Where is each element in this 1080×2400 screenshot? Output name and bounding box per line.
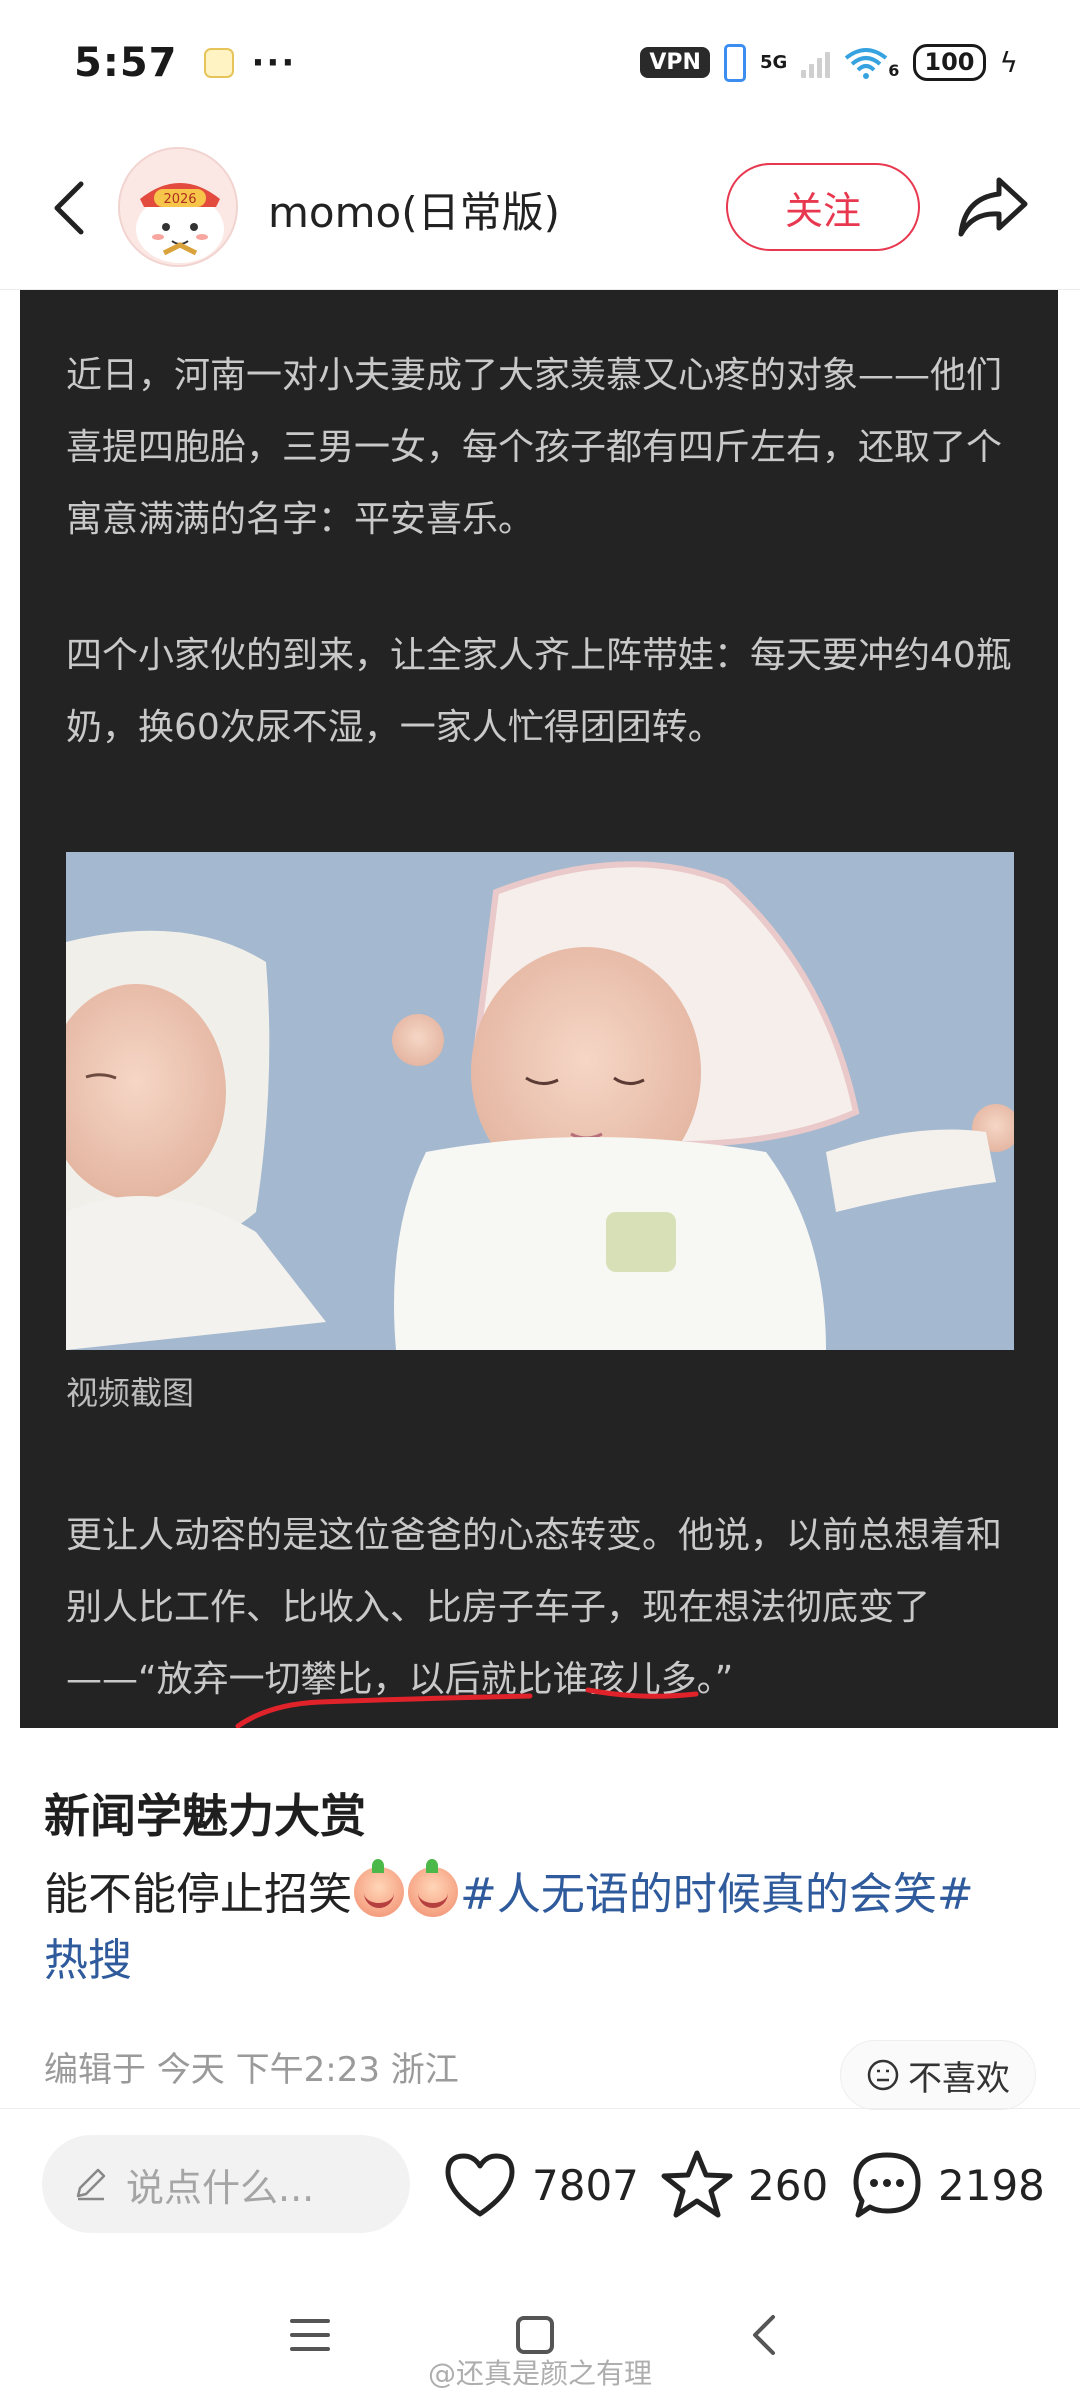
speech-bubble-icon: [853, 2152, 921, 2218]
wifi-label: 6: [888, 60, 900, 80]
battery-icon: 100: [913, 44, 986, 81]
star-icon: [661, 2150, 733, 2218]
chevron-left-icon: [54, 181, 84, 235]
edit-meta: 编辑于 今天 下午2:23 浙江: [44, 2050, 459, 2090]
article-screenshot-image[interactable]: 近日，河南一对小夫妻成了大家羡慕又心疼的对象——他们喜提四胞胎，三男一女，每个孩…: [20, 290, 1058, 1728]
divider: [0, 2108, 1080, 2109]
photo-caption: 视频截图: [66, 1374, 195, 1412]
avatar-year: 2026: [163, 192, 196, 207]
network-type: 5G: [759, 51, 788, 73]
square-icon: [516, 2316, 554, 2354]
phone-icon: [723, 43, 746, 82]
favorite-button[interactable]: 260: [660, 2145, 828, 2225]
dislike-button[interactable]: 不喜欢: [840, 2040, 1036, 2110]
comment-placeholder: 说点什么...: [126, 2165, 315, 2210]
like-button[interactable]: 7807: [442, 2145, 639, 2225]
comment-count: 2198: [938, 2160, 1045, 2210]
watermark: @还真是颜之有理: [427, 2357, 652, 2390]
dislike-label: 不喜欢: [908, 2058, 1010, 2099]
post-detail-screen: 5:57 ··· VPN 5G 6 100 ϟ 2026 momo(日常版) 关…: [0, 0, 1080, 2400]
share-icon: [958, 177, 1028, 237]
status-bar: 5:57 ··· VPN 5G 6 100 ϟ: [0, 0, 1080, 125]
crying-laugh-emoji-icon: [354, 1859, 404, 1917]
follow-button[interactable]: 关注: [726, 163, 920, 251]
post-header: 2026 momo(日常版) 关注: [0, 125, 1080, 290]
neutral-face-icon: [867, 2059, 899, 2091]
share-button[interactable]: [950, 167, 1036, 247]
signal-icon: [801, 48, 831, 78]
post-text-main: 能不能停止招笑: [44, 1869, 352, 1920]
article-paragraph-1: 近日，河南一对小夫妻成了大家羡慕又心疼的对象——他们喜提四胞胎，三男一女，每个孩…: [66, 355, 1003, 540]
hot-search-link[interactable]: 热搜: [44, 1935, 132, 1986]
like-count: 7807: [532, 2160, 639, 2210]
more-notifications-icon: ···: [251, 42, 297, 83]
hashtag-link[interactable]: #人无语的时候真的会笑#: [460, 1869, 974, 1920]
menu-icon: [290, 2319, 330, 2351]
vpn-icon: VPN: [640, 47, 710, 78]
avatar-illustration: 2026: [120, 149, 236, 265]
crying-laugh-emoji-icon: [408, 1859, 458, 1917]
status-icons: VPN 5G 6 100 ϟ: [640, 43, 1018, 82]
article-paragraph-3: 更让人动容的是这位爸爸的心态转变。他说，以前总想着和别人比工作、比收入、比房子车…: [66, 1515, 1003, 1700]
pencil-icon: [76, 2168, 106, 2201]
post-title: 新闻学魅力大赏: [44, 1789, 366, 1843]
heart-icon: [445, 2153, 515, 2217]
notification-app-icon: [203, 47, 234, 78]
back-button[interactable]: [34, 173, 104, 243]
post-text: 能不能停止招笑 #人无语的时候真的会笑# 热搜: [44, 1859, 1044, 1994]
wifi-icon: 6: [844, 46, 899, 80]
newborn-babies-photo: [66, 852, 1014, 1350]
comment-button[interactable]: 2198: [850, 2145, 1045, 2225]
charging-icon: ϟ: [999, 46, 1018, 79]
status-time: 5:57: [74, 39, 178, 86]
comment-input[interactable]: 说点什么...: [42, 2135, 410, 2233]
favorite-count: 260: [748, 2160, 829, 2210]
author-name[interactable]: momo(日常版): [268, 179, 560, 240]
article-paragraph-2: 四个小家伙的到来，让全家人齐上阵带娃：每天要冲约40瓶奶，换60次尿不湿，一家人…: [66, 635, 1012, 748]
author-avatar[interactable]: 2026: [118, 147, 238, 267]
